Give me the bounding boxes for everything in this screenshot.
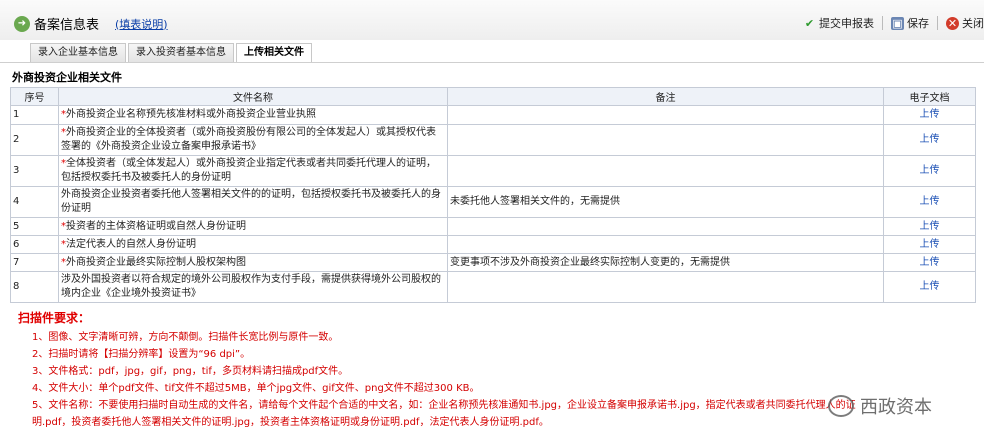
close-button[interactable]: ✕ 关闭 (946, 15, 984, 31)
file-name: 外商投资企业投资者委托他人签署相关文件的的证明，包括授权委托书及被委托人的身份证… (61, 189, 441, 214)
help-link[interactable]: (填表说明) (115, 16, 168, 32)
table-row: 5 *投资者的主体资格证明或自然人身份证明 上传 (10, 217, 976, 236)
requirement-item: 3、文件格式：pdf，jpg，gif，png，tif，多页材料请扫描成pdf文件… (32, 366, 349, 377)
table-row: 3 *全体投资者（或全体发起人）或外商投资企业指定代表或者共同委托代理人的证明，… (10, 155, 976, 187)
row-number: 2 (10, 124, 59, 156)
column-header-no: 序号 (10, 87, 59, 106)
file-name-cell: *全体投资者（或全体发起人）或外商投资企业指定代表或者共同委托代理人的证明，包括… (58, 155, 448, 187)
file-name-cell: *投资者的主体资格证明或自然人身份证明 (58, 217, 448, 236)
upload-link[interactable]: 上传 (883, 271, 976, 303)
tab-upload-files[interactable]: 上传相关文件 (236, 43, 312, 62)
upload-link[interactable]: 上传 (883, 186, 976, 218)
file-name: 投资者的主体资格证明或自然人身份证明 (66, 220, 246, 232)
file-name-cell: *外商投资企业最终实际控制人股权架构图 (58, 253, 448, 272)
upload-link[interactable]: 上传 (883, 155, 976, 187)
title-area: ➜ 备案信息表 (填表说明) (14, 14, 168, 33)
table-row: 6 *法定代表人的自然人身份证明 上传 (10, 235, 976, 254)
requirement-item: 2、扫描时请将【扫描分辨率】设置为“96 dpi”。 (32, 349, 251, 360)
note-cell (447, 155, 884, 187)
row-number: 7 (10, 253, 59, 272)
tab-divider (0, 62, 984, 63)
row-number: 4 (10, 186, 59, 218)
table-row: 1 *外商投资企业名称预先核准材料或外商投资企业营业执照 上传 (10, 105, 976, 125)
file-name: 涉及外国投资者以符合规定的境外公司股权作为支付手段，需提供获得境外公司股权的境内… (61, 274, 441, 299)
row-number: 3 (10, 155, 59, 187)
toolbar-divider (937, 16, 938, 30)
save-label: 保存 (907, 17, 929, 30)
submit-label: 提交申报表 (819, 17, 874, 30)
file-name-cell: 外商投资企业投资者委托他人签署相关文件的的证明，包括授权委托书及被委托人的身份证… (58, 186, 448, 218)
page-title: 备案信息表 (34, 18, 100, 33)
file-name-cell: *外商投资企业名称预先核准材料或外商投资企业营业执照 (58, 105, 448, 125)
upload-link[interactable]: 上传 (883, 105, 976, 125)
table-header-row: 序号 文件名称 备注 电子文档 (10, 87, 976, 106)
top-bar: ➜ 备案信息表 (填表说明) ✔ 提交申报表 ▣ 保存 ✕ 关闭 (0, 0, 984, 40)
table-row: 2 *外商投资企业的全体投资者（或外商投资股份有限公司的全体发起人）或其授权代表… (10, 124, 976, 156)
note-cell: 未委托他人签署相关文件的，无需提供 (447, 186, 884, 218)
file-name-cell: 涉及外国投资者以符合规定的境外公司股权作为支付手段，需提供获得境外公司股权的境内… (58, 271, 448, 303)
save-icon: ▣ (891, 16, 904, 30)
column-header-document: 电子文档 (883, 87, 976, 106)
row-number: 5 (10, 217, 59, 236)
submit-button[interactable]: ✔ 提交申报表 (803, 15, 874, 31)
watermark-text: 西政资本 (860, 397, 932, 418)
requirement-item: 1、图像、文字清晰可辨，方向不颠倒。扫描件长宽比例与原件一致。 (32, 332, 339, 343)
note-cell (447, 271, 884, 303)
wechat-icon (828, 395, 854, 417)
table-row: 4 外商投资企业投资者委托他人签署相关文件的的证明，包括授权委托书及被委托人的身… (10, 186, 976, 218)
check-icon: ✔ (804, 16, 815, 30)
file-name: 外商投资企业最终实际控制人股权架构图 (66, 256, 246, 268)
row-number: 1 (10, 105, 59, 125)
upload-link[interactable]: 上传 (883, 217, 976, 236)
column-header-file-name: 文件名称 (58, 87, 448, 106)
watermark: 西政资本 (828, 393, 932, 419)
tab-enterprise-info[interactable]: 录入企业基本信息 (30, 43, 126, 62)
note-cell (447, 217, 884, 236)
tab-bar: 录入企业基本信息 录入投资者基本信息 上传相关文件 (30, 43, 314, 62)
close-label: 关闭 (962, 17, 984, 30)
document-icon: ➜ (14, 15, 30, 32)
upload-link[interactable]: 上传 (883, 124, 976, 156)
file-name: 外商投资企业名称预先核准材料或外商投资企业营业执照 (66, 109, 316, 120)
note-cell (447, 105, 884, 125)
note-cell (447, 124, 884, 156)
file-name: 法定代表人的自然人身份证明 (66, 238, 196, 250)
column-header-note: 备注 (447, 87, 884, 106)
requirements-title: 扫描件要求： (18, 311, 91, 325)
close-icon: ✕ (946, 16, 959, 30)
toolbar-divider (882, 16, 883, 30)
toolbar: ✔ 提交申报表 ▣ 保存 ✕ 关闭 (795, 15, 984, 31)
upload-link[interactable]: 上传 (883, 253, 976, 272)
tab-investor-info[interactable]: 录入投资者基本信息 (128, 43, 234, 62)
table-row: 8 涉及外国投资者以符合规定的境外公司股权作为支付手段，需提供获得境外公司股权的… (10, 271, 976, 303)
file-name-cell: *法定代表人的自然人身份证明 (58, 235, 448, 254)
file-name: 外商投资企业的全体投资者（或外商投资股份有限公司的全体发起人）或其授权代表签署的… (61, 127, 436, 152)
table-row: 7 *外商投资企业最终实际控制人股权架构图 变更事项不涉及外商投资企业最终实际控… (10, 253, 976, 272)
section-title: 外商投资企业相关文件 (12, 71, 122, 84)
note-cell (447, 235, 884, 254)
file-name: 全体投资者（或全体发起人）或外商投资企业指定代表或者共同委托代理人的证明，包括授… (61, 158, 436, 183)
file-name-cell: *外商投资企业的全体投资者（或外商投资股份有限公司的全体发起人）或其授权代表签署… (58, 124, 448, 156)
row-number: 8 (10, 271, 59, 303)
row-number: 6 (10, 235, 59, 254)
upload-link[interactable]: 上传 (883, 235, 976, 254)
save-button[interactable]: ▣ 保存 (891, 15, 929, 31)
files-table: 序号 文件名称 备注 电子文档 1 *外商投资企业名称预先核准材料或外商投资企业… (10, 87, 976, 303)
note-cell: 变更事项不涉及外商投资企业最终实际控制人变更的，无需提供 (447, 253, 884, 272)
